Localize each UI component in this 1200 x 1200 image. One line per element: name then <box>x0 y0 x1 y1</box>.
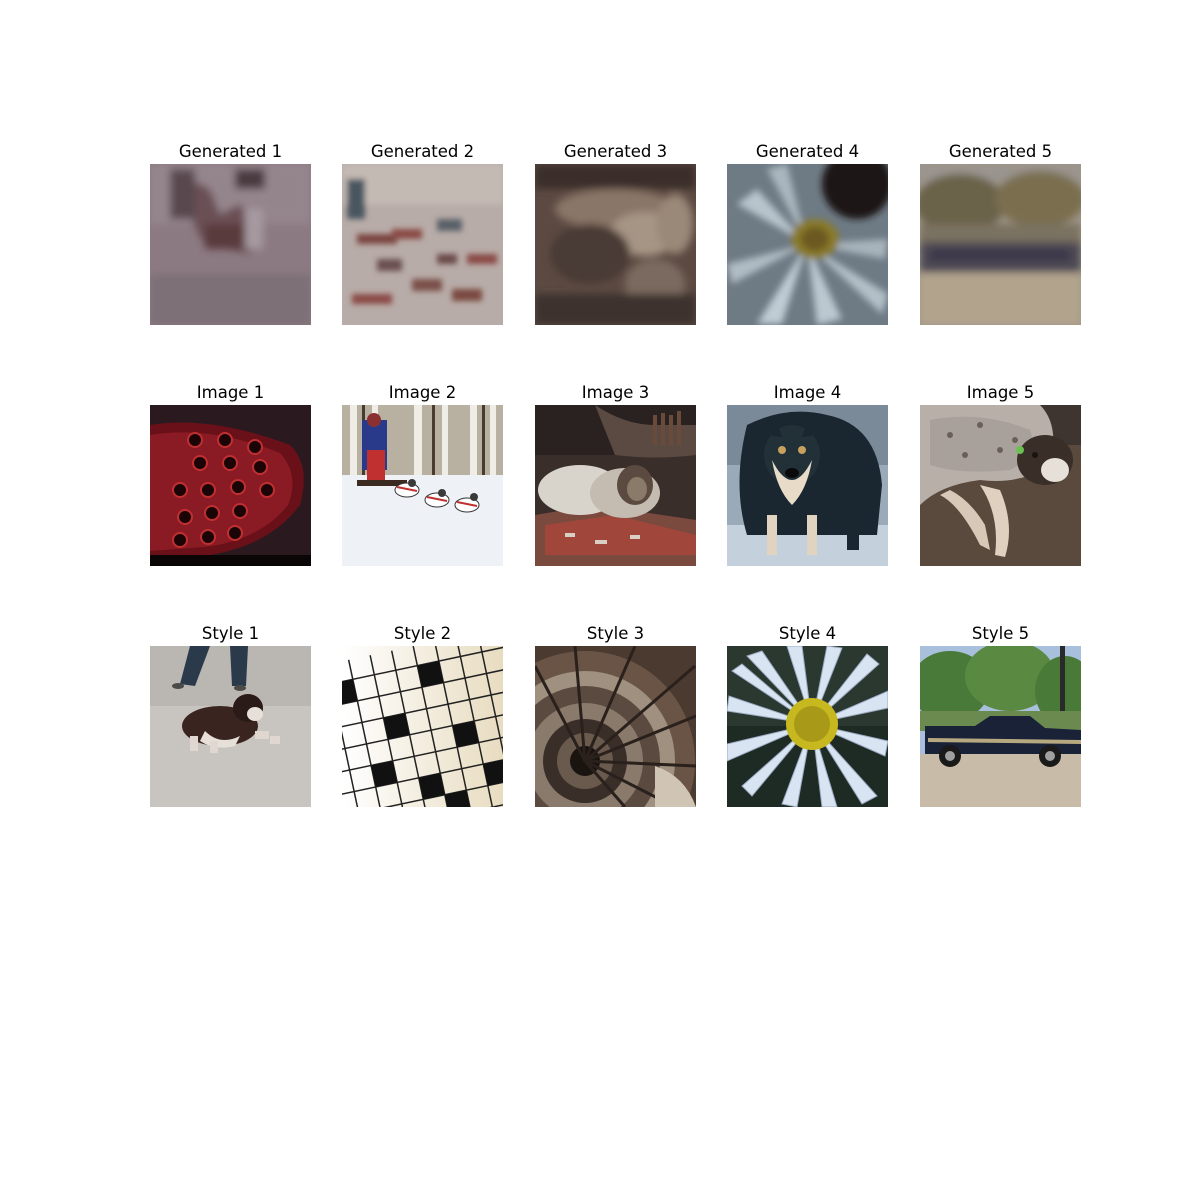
image-title-4: Image 4 <box>773 383 842 402</box>
content-image-1 <box>150 405 311 566</box>
generated-image-5 <box>920 164 1081 325</box>
generated-image-4 <box>727 164 888 325</box>
content-image-3 <box>535 405 696 566</box>
style-title-3: Style 3 <box>586 624 645 643</box>
generated-cell-2: Generated 2 <box>342 140 503 330</box>
image-cell-4: Image 4 <box>727 381 888 571</box>
generated-cell-1: Generated 1 <box>150 140 311 330</box>
generated-cell-5: Generated 5 <box>920 140 1081 330</box>
style-cell-1: Style 1 <box>150 622 311 812</box>
style-image-2 <box>342 646 503 807</box>
content-image-4 <box>727 405 888 566</box>
image-cell-3: Image 3 <box>535 381 696 571</box>
generated-cell-3: Generated 3 <box>535 140 696 330</box>
style-title-4: Style 4 <box>778 624 837 643</box>
generated-title-3: Generated 3 <box>563 142 668 161</box>
generated-image-3 <box>535 164 696 325</box>
generated-cell-4: Generated 4 <box>727 140 888 330</box>
generated-image-2 <box>342 164 503 325</box>
image-title-5: Image 5 <box>966 383 1035 402</box>
generated-image-1 <box>150 164 311 325</box>
style-cell-4: Style 4 <box>727 622 888 812</box>
generated-title-4: Generated 4 <box>755 142 860 161</box>
style-image-1 <box>150 646 311 807</box>
generated-title-1: Generated 1 <box>178 142 283 161</box>
generated-title-2: Generated 2 <box>370 142 475 161</box>
image-grid-figure: Generated 1 Generated 2 Generated 3 Gene… <box>0 0 1200 1200</box>
content-image-5 <box>920 405 1081 566</box>
image-title-1: Image 1 <box>196 383 265 402</box>
generated-title-5: Generated 5 <box>948 142 1053 161</box>
content-image-2 <box>342 405 503 566</box>
image-cell-1: Image 1 <box>150 381 311 571</box>
style-title-2: Style 2 <box>393 624 452 643</box>
style-title-5: Style 5 <box>971 624 1030 643</box>
image-title-2: Image 2 <box>388 383 457 402</box>
image-title-3: Image 3 <box>581 383 650 402</box>
style-image-5 <box>920 646 1081 807</box>
style-cell-5: Style 5 <box>920 622 1081 812</box>
image-cell-2: Image 2 <box>342 381 503 571</box>
style-image-4 <box>727 646 888 807</box>
style-cell-2: Style 2 <box>342 622 503 812</box>
image-cell-5: Image 5 <box>920 381 1081 571</box>
style-image-3 <box>535 646 696 807</box>
style-title-1: Style 1 <box>201 624 260 643</box>
style-cell-3: Style 3 <box>535 622 696 812</box>
